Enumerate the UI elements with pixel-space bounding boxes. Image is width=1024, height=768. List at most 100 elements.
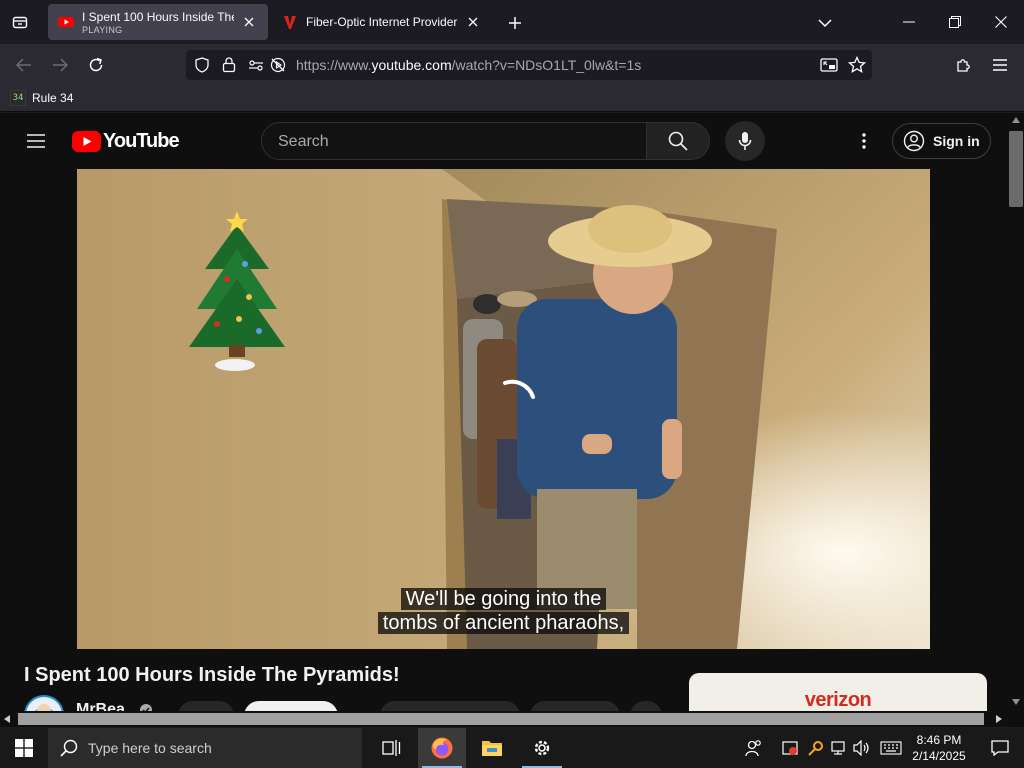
share-button[interactable] — [530, 701, 620, 711]
network-icon — [831, 741, 845, 755]
close-icon — [468, 17, 478, 27]
sponsored-ad-card[interactable]: verizon — [689, 673, 987, 711]
tray-security-icon[interactable] — [778, 728, 802, 768]
more-actions-button[interactable] — [630, 701, 662, 711]
extensions-button[interactable] — [950, 51, 978, 79]
tab-youtube[interactable]: I Spent 100 Hours Inside The Pyramids! P… — [48, 4, 268, 40]
tab-verizon[interactable]: Fiber-Optic Internet Provider | F — [272, 4, 492, 40]
scroll-down-arrow-icon[interactable] — [1012, 699, 1020, 705]
verizon-favicon-icon — [284, 16, 296, 29]
all-tabs-button[interactable] — [6, 10, 34, 34]
taskbar-search-placeholder: Type here to search — [88, 740, 212, 756]
close-icon — [244, 17, 254, 27]
youtube-logo[interactable]: YouTube — [72, 130, 180, 153]
tab-list-icon — [12, 16, 28, 29]
close-window-button[interactable] — [978, 6, 1024, 38]
channel-name[interactable]: MrBea — [76, 701, 153, 711]
restore-icon — [949, 16, 961, 28]
search-icon — [60, 739, 78, 757]
subscribe-button[interactable] — [244, 701, 338, 711]
reload-icon — [89, 57, 103, 72]
voice-search-button[interactable] — [725, 121, 765, 161]
guide-menu-button[interactable] — [20, 125, 52, 157]
system-clock[interactable]: 8:46 PM 2/14/2025 — [908, 732, 970, 764]
taskbar-firefox[interactable] — [418, 728, 466, 768]
scroll-right-arrow-icon[interactable] — [996, 715, 1002, 723]
vertical-scroll-thumb[interactable] — [1009, 131, 1023, 207]
hamburger-menu-icon — [993, 59, 1007, 71]
taskbar-settings[interactable] — [518, 728, 566, 768]
new-tab-button[interactable] — [502, 10, 528, 36]
tab-close-button[interactable] — [240, 13, 258, 31]
permissions-icon[interactable] — [248, 57, 264, 73]
autoplay-blocked-icon[interactable] — [270, 57, 286, 73]
tray-volume-icon[interactable] — [850, 728, 874, 768]
action-center-button[interactable] — [976, 728, 1024, 768]
url-text[interactable]: https://www.youtube.com/watch?v=NDsO1LT_… — [296, 57, 641, 73]
search-button[interactable] — [646, 122, 710, 160]
firefox-icon — [431, 737, 453, 759]
caption-line-2: tombs of ancient pharaohs, — [377, 612, 630, 634]
close-icon — [995, 16, 1007, 28]
picture-in-picture-icon[interactable] — [820, 57, 838, 73]
scroll-left-arrow-icon[interactable] — [4, 715, 10, 723]
bookmark-star-icon[interactable] — [848, 56, 866, 74]
tray-key-icon[interactable] — [804, 728, 828, 768]
restore-button[interactable] — [932, 6, 978, 38]
shield-icon[interactable] — [194, 57, 210, 73]
horizontal-scrollbar[interactable] — [0, 711, 1024, 727]
join-button[interactable] — [178, 701, 234, 711]
video-frame — [77, 169, 930, 649]
search-input[interactable]: Search — [261, 122, 647, 160]
page-content: YouTube Search Sign in We'll be going in… — [0, 113, 1008, 711]
start-button[interactable] — [0, 728, 48, 768]
taskbar-file-explorer[interactable] — [468, 728, 516, 768]
tab-title: I Spent 100 Hours Inside The Pyramids! — [82, 9, 234, 24]
windows-logo-icon — [15, 739, 33, 757]
ad-brand-logo: verizon — [804, 689, 872, 711]
tab-close-button[interactable] — [464, 13, 482, 31]
taskbar-search-box[interactable]: Type here to search — [48, 728, 362, 768]
minimize-icon — [903, 21, 915, 23]
people-button[interactable] — [736, 728, 772, 768]
bookmark-favicon-icon: 34 — [10, 90, 26, 106]
url-domain: youtube.com — [371, 57, 452, 73]
url-path: /watch?v=NDsO1LT_0lw&t=1s — [451, 57, 642, 73]
lock-icon[interactable] — [222, 56, 236, 73]
reload-button[interactable] — [82, 51, 110, 79]
like-dislike-button[interactable] — [380, 701, 520, 711]
youtube-masthead: YouTube Search Sign in — [0, 113, 1008, 169]
youtube-play-icon — [72, 131, 101, 152]
bookmark-rule-34[interactable]: 34 Rule 34 — [10, 90, 73, 106]
sign-in-button[interactable]: Sign in — [892, 123, 991, 159]
youtube-wordmark: YouTube — [103, 130, 180, 152]
folder-icon — [482, 741, 502, 756]
arrow-right-icon — [53, 58, 68, 72]
horizontal-scroll-thumb[interactable] — [18, 713, 984, 725]
plus-icon — [509, 17, 521, 29]
hamburger-menu-icon — [27, 134, 45, 148]
microphone-icon — [738, 132, 752, 150]
tray-network-icon[interactable] — [826, 728, 850, 768]
minimize-button[interactable] — [886, 6, 932, 38]
shield-alert-icon — [782, 741, 798, 755]
task-view-button[interactable] — [368, 728, 416, 768]
back-button[interactable] — [10, 51, 38, 79]
speaker-icon — [853, 740, 869, 756]
search-icon — [668, 131, 688, 151]
url-bar[interactable]: https://www.youtube.com/watch?v=NDsO1LT_… — [186, 50, 872, 80]
forward-button[interactable] — [46, 51, 74, 79]
list-all-tabs-button[interactable] — [812, 10, 838, 36]
channel-avatar[interactable] — [24, 695, 64, 711]
video-player[interactable]: We'll be going into the tombs of ancient… — [77, 169, 930, 649]
settings-more-button[interactable] — [852, 125, 876, 157]
task-view-icon — [382, 740, 401, 756]
key-icon — [808, 741, 823, 756]
tray-keyboard-icon[interactable] — [876, 728, 906, 768]
video-title: I Spent 100 Hours Inside The Pyramids! — [24, 664, 400, 686]
vertical-scrollbar[interactable] — [1008, 113, 1024, 711]
notification-icon — [991, 740, 1009, 756]
app-menu-button[interactable] — [986, 51, 1014, 79]
bookmark-label: Rule 34 — [32, 91, 74, 105]
scroll-up-arrow-icon[interactable] — [1012, 117, 1020, 123]
